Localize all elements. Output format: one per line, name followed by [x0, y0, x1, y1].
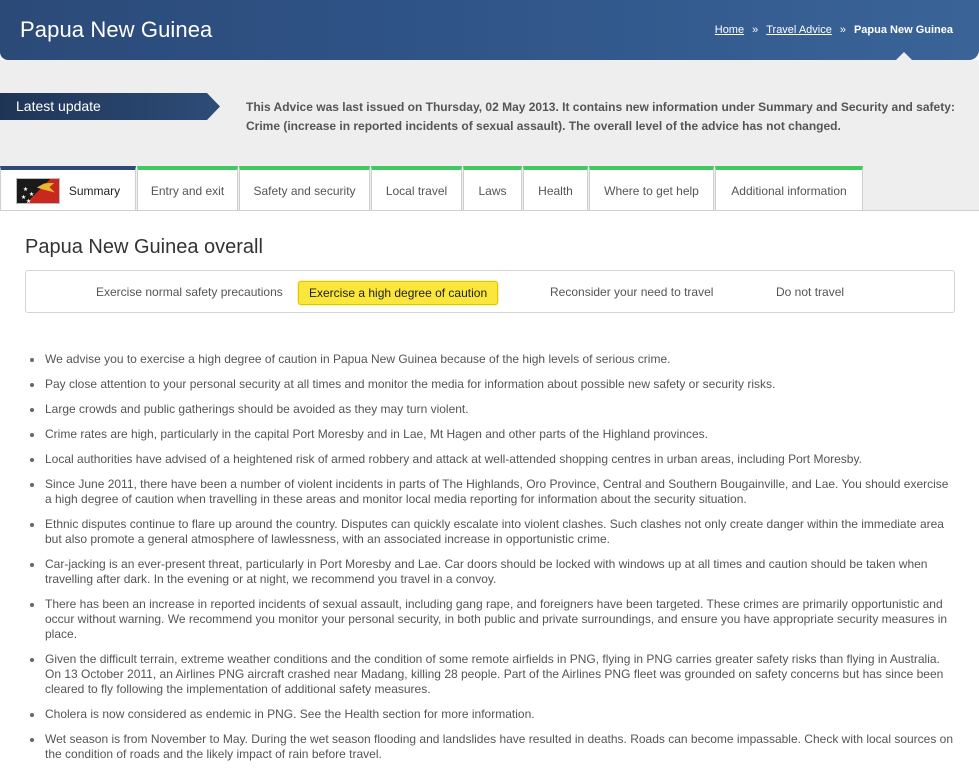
- png-flag-icon: ★ ★ ★ ★: [15, 177, 60, 204]
- tab-label: Laws: [478, 183, 507, 198]
- tab-health[interactable]: Health: [523, 166, 588, 211]
- tab-where-to-get-help[interactable]: Where to get help: [589, 166, 714, 211]
- summary-list: We advise you to exercise a high degree …: [30, 352, 955, 772]
- tab-label: Where to get help: [604, 183, 699, 198]
- tab-label: Entry and exit: [150, 183, 225, 198]
- level-high-caution-selected: Exercise a high degree of caution: [298, 281, 499, 305]
- breadcrumb-home-link[interactable]: Home: [715, 24, 744, 36]
- list-item: Wet season is from November to May. Duri…: [30, 732, 955, 762]
- latest-update-label: Latest update: [0, 93, 220, 120]
- advice-level-scale: Exercise normal safety precautions Exerc…: [25, 270, 955, 313]
- tab-laws[interactable]: Laws: [463, 166, 522, 211]
- breadcrumb-travel-advice-link[interactable]: Travel Advice: [766, 24, 832, 36]
- tabs-divider: [0, 210, 979, 211]
- breadcrumb-current: Papua New Guinea: [853, 24, 953, 36]
- tab-label: Summary: [68, 183, 121, 198]
- breadcrumb: Home » Travel Advice » Papua New Guinea: [715, 24, 953, 36]
- tab-entry-and-exit[interactable]: Entry and exit: [137, 166, 238, 211]
- list-item: There has been an increase in reported i…: [30, 597, 955, 642]
- latest-update-text: This Advice was last issued on Thursday,…: [246, 100, 955, 133]
- level-reconsider-travel: Reconsider your need to travel: [550, 285, 714, 299]
- tab-label: Health: [538, 183, 573, 198]
- list-item: Car-jacking is an ever-present threat, p…: [30, 557, 955, 587]
- page-header: Papua New Guinea Home » Travel Advice » …: [0, 0, 979, 60]
- page-title: Papua New Guinea: [20, 17, 213, 42]
- tab-label: Local travel: [385, 183, 448, 198]
- tab-safety-and-security[interactable]: Safety and security: [239, 166, 370, 211]
- list-item: Large crowds and public gatherings shoul…: [30, 402, 955, 417]
- level-normal-precautions: Exercise normal safety precautions: [96, 285, 283, 299]
- list-item: Local authorities have advised of a heig…: [30, 452, 955, 467]
- tab-bar: ★ ★ ★ ★ Summary Entry and exit Safety an…: [0, 166, 864, 211]
- list-item: Crime rates are high, particularly in th…: [30, 427, 955, 442]
- list-item: Pay close attention to your personal sec…: [30, 377, 955, 392]
- breadcrumb-pointer-icon: [896, 52, 912, 60]
- level-do-not-travel: Do not travel: [776, 285, 845, 299]
- list-item: Ethnic disputes continue to flare up aro…: [30, 517, 955, 547]
- list-item: Given the difficult terrain, extreme wea…: [30, 652, 955, 697]
- tab-local-travel[interactable]: Local travel: [371, 166, 462, 211]
- breadcrumb-separator: »: [752, 24, 759, 36]
- tab-label: Additional information: [731, 183, 847, 198]
- tab-label: Safety and security: [253, 183, 356, 198]
- overall-heading: Papua New Guinea overall: [25, 236, 263, 258]
- tab-summary[interactable]: ★ ★ ★ ★ Summary: [0, 166, 136, 211]
- list-item: Cholera is now considered as endemic in …: [30, 707, 955, 722]
- list-item: Since June 2011, there have been a numbe…: [30, 477, 955, 507]
- tab-additional-information[interactable]: Additional information: [715, 166, 863, 211]
- list-item: We advise you to exercise a high degree …: [30, 352, 955, 367]
- breadcrumb-separator: »: [839, 24, 846, 36]
